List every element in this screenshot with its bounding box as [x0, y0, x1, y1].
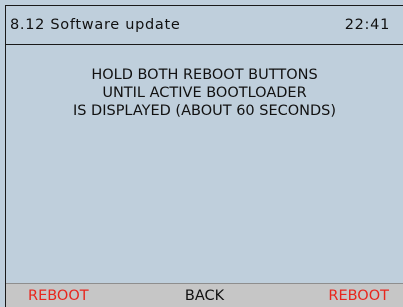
device-screen: 8.12 Software update 22:41 HOLD BOTH REB… [0, 0, 403, 307]
header-bar: 8.12 Software update 22:41 [10, 12, 390, 38]
reboot-right-button[interactable]: REBOOT [328, 288, 389, 304]
screen-border [5, 5, 403, 307]
instruction-line-3: IS DISPLAYED (ABOUT 60 SECONDS) [72, 103, 337, 119]
instruction-line-1: HOLD BOTH REBOOT BUTTONS [91, 67, 318, 83]
page-title: 8.12 Software update [10, 17, 181, 33]
instruction-message: HOLD BOTH REBOOT BUTTONS UNTIL ACTIVE BO… [6, 66, 403, 120]
header-divider [6, 44, 403, 45]
clock-time: 22:41 [344, 17, 390, 33]
instruction-line-2: UNTIL ACTIVE BOOTLOADER [102, 85, 307, 101]
softkey-bar: REBOOT BACK REBOOT [6, 283, 403, 307]
